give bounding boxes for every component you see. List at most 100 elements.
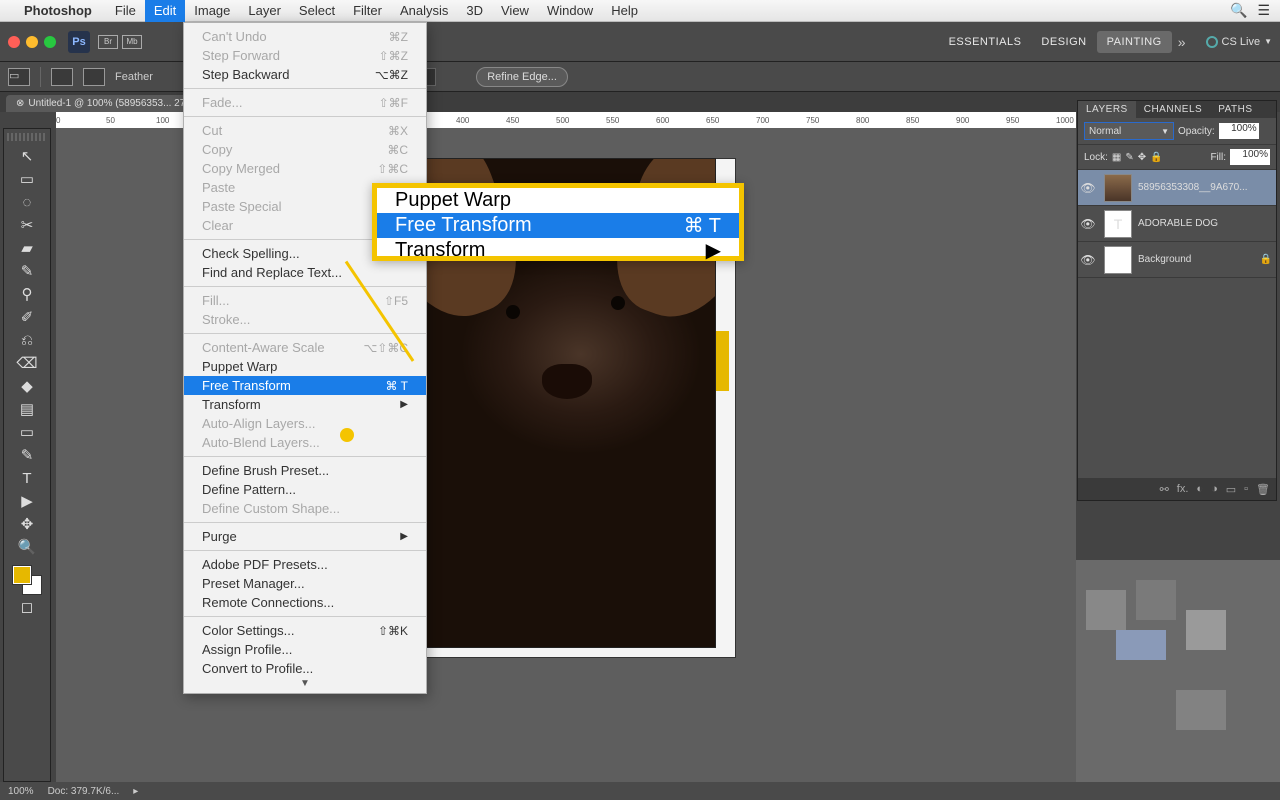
mask-icon[interactable]: ◐ <box>1196 483 1203 495</box>
selection-mode-icon[interactable] <box>51 68 73 86</box>
callout-highlight: Puppet Warp Free Transform⌘ T Transform▶ <box>372 183 744 261</box>
menu-3d[interactable]: 3D <box>457 0 492 22</box>
panel-tab-layers[interactable]: LAYERS <box>1078 101 1136 118</box>
menu-file[interactable]: File <box>106 0 145 22</box>
menu-select[interactable]: Select <box>290 0 344 22</box>
search-icon[interactable]: 🔍 <box>1230 2 1247 19</box>
tool-13[interactable]: ✎ <box>17 445 37 465</box>
menu-item-color-settings-[interactable]: Color Settings...⇧⌘K <box>184 621 426 640</box>
menu-item-adobe-pdf-presets-[interactable]: Adobe PDF Presets... <box>184 555 426 574</box>
trash-icon[interactable]: 🗑 <box>1256 483 1270 496</box>
menu-item-content-aware-scale: Content-Aware Scale⌥⇧⌘C <box>184 338 426 357</box>
layer-row[interactable]: 👁 T ADORABLE DOG <box>1078 206 1276 242</box>
window-controls[interactable] <box>8 36 56 48</box>
marquee-tool-icon[interactable]: ▭ <box>8 68 30 86</box>
layer-thumb[interactable] <box>1104 246 1132 274</box>
tool-11[interactable]: ▤ <box>17 399 37 419</box>
status-caret-icon[interactable]: ▸ <box>133 786 138 797</box>
menu-analysis[interactable]: Analysis <box>391 0 457 22</box>
lock-all-icon[interactable]: 🔒 <box>1150 152 1162 163</box>
adj-icon[interactable]: ◑ <box>1211 483 1218 495</box>
visibility-icon[interactable]: 👁 <box>1078 253 1098 267</box>
panel-tab-paths[interactable]: PATHS <box>1210 101 1260 118</box>
lock-pixels-icon[interactable]: ▦ <box>1112 152 1121 163</box>
tool-16[interactable]: ✥ <box>17 514 37 534</box>
menu-layer[interactable]: Layer <box>239 0 290 22</box>
layer-row[interactable]: 👁58956353308__9A670... <box>1078 170 1276 206</box>
tool-14[interactable]: T <box>17 468 37 488</box>
refine-edge-button[interactable]: Refine Edge... <box>476 67 568 87</box>
tool-8[interactable]: ⎌ <box>17 330 37 350</box>
menu-item-free-transform[interactable]: Free Transform⌘ T <box>184 376 426 395</box>
menu-view[interactable]: View <box>492 0 538 22</box>
workspace-tab-painting[interactable]: PAINTING <box>1097 31 1172 53</box>
menu-item-preset-manager-[interactable]: Preset Manager... <box>184 574 426 593</box>
menu-item-define-brush-preset-[interactable]: Define Brush Preset... <box>184 461 426 480</box>
app-name: Photoshop <box>24 3 92 18</box>
fx-icon[interactable]: fx. <box>1177 483 1189 495</box>
panel-tab-channels[interactable]: CHANNELS <box>1136 101 1210 118</box>
layer-thumb[interactable] <box>1104 174 1132 202</box>
layer-row[interactable]: 👁Background🔒 <box>1078 242 1276 278</box>
callout-free-transform: Free Transform⌘ T <box>377 213 739 238</box>
visibility-icon[interactable]: 👁 <box>1078 181 1098 195</box>
quickmask-icon[interactable]: ◻ <box>17 597 37 617</box>
workspace-tab-essentials[interactable]: ESSENTIALS <box>939 31 1032 53</box>
tool-1[interactable]: ▭ <box>17 169 37 189</box>
link-icon[interactable]: ⚯ <box>1160 483 1169 496</box>
tool-7[interactable]: ✐ <box>17 307 37 327</box>
fill-input[interactable]: 100% <box>1230 149 1270 165</box>
workspace-tab-design[interactable]: DESIGN <box>1031 31 1096 53</box>
lock-brush-icon[interactable]: ✎ <box>1125 152 1133 163</box>
menu-item-assign-profile-[interactable]: Assign Profile... <box>184 640 426 659</box>
tool-5[interactable]: ✎ <box>17 261 37 281</box>
selection-add-icon[interactable] <box>83 68 105 86</box>
menu-image[interactable]: Image <box>185 0 239 22</box>
tool-12[interactable]: ▭ <box>17 422 37 442</box>
menu-window[interactable]: Window <box>538 0 602 22</box>
opacity-input[interactable]: 100% <box>1219 123 1259 139</box>
cslive-button[interactable]: CS Live▼ <box>1206 36 1272 48</box>
menu-item-step-backward[interactable]: Step Backward⌥⌘Z <box>184 65 426 84</box>
tool-9[interactable]: ⌫ <box>17 353 37 373</box>
tool-2[interactable]: ◌ <box>17 192 37 212</box>
layer-thumb[interactable]: T <box>1104 210 1132 238</box>
minibridge-badge[interactable]: Mb <box>122 35 142 49</box>
blend-mode-select[interactable]: Normal▼ <box>1084 122 1174 140</box>
tool-3[interactable]: ✂ <box>17 215 37 235</box>
bridge-badge[interactable]: Br <box>98 35 118 49</box>
menu-item-transform[interactable]: Transform▶ <box>184 395 426 414</box>
layer-name: ADORABLE DOG <box>1138 218 1276 229</box>
menu-scroll-down-icon[interactable]: ▼ <box>184 678 426 689</box>
tool-6[interactable]: ⚲ <box>17 284 37 304</box>
opacity-label: Opacity: <box>1178 126 1215 137</box>
menu-item-puppet-warp[interactable]: Puppet Warp <box>184 357 426 376</box>
toolbox-grip[interactable] <box>7 133 47 141</box>
tool-4[interactable]: ▰ <box>17 238 37 258</box>
menu-help[interactable]: Help <box>602 0 647 22</box>
color-swatches[interactable] <box>13 566 41 594</box>
menu-item-define-pattern-[interactable]: Define Pattern... <box>184 480 426 499</box>
menu-list-icon[interactable]: ☰ <box>1257 2 1270 19</box>
tool-10[interactable]: ◆ <box>17 376 37 396</box>
new-layer-icon[interactable]: ▫ <box>1244 483 1248 495</box>
menu-item-remote-connections-[interactable]: Remote Connections... <box>184 593 426 612</box>
menu-item-step-forward: Step Forward⇧⌘Z <box>184 46 426 65</box>
zoom-level[interactable]: 100% <box>8 786 34 797</box>
folder-icon[interactable]: ▭ <box>1226 483 1236 496</box>
visibility-icon[interactable]: 👁 <box>1078 217 1098 231</box>
workspace-more-icon[interactable]: » <box>1172 30 1192 54</box>
layer-name: Background <box>1138 254 1260 265</box>
doc-close-icon[interactable]: ⊗ <box>16 98 24 109</box>
tool-17[interactable]: 🔍 <box>17 537 37 557</box>
menu-edit[interactable]: Edit <box>145 0 185 22</box>
fill-label: Fill: <box>1210 152 1226 163</box>
menu-item-auto-align-layers-: Auto-Align Layers... <box>184 414 426 433</box>
tool-0[interactable]: ↖ <box>17 146 37 166</box>
lock-move-icon[interactable]: ✥ <box>1138 152 1146 163</box>
menu-item-purge[interactable]: Purge▶ <box>184 527 426 546</box>
menu-item-convert-to-profile-[interactable]: Convert to Profile... <box>184 659 426 678</box>
menu-filter[interactable]: Filter <box>344 0 391 22</box>
menu-item-find-and-replace-text-[interactable]: Find and Replace Text... <box>184 263 426 282</box>
tool-15[interactable]: ▶ <box>17 491 37 511</box>
